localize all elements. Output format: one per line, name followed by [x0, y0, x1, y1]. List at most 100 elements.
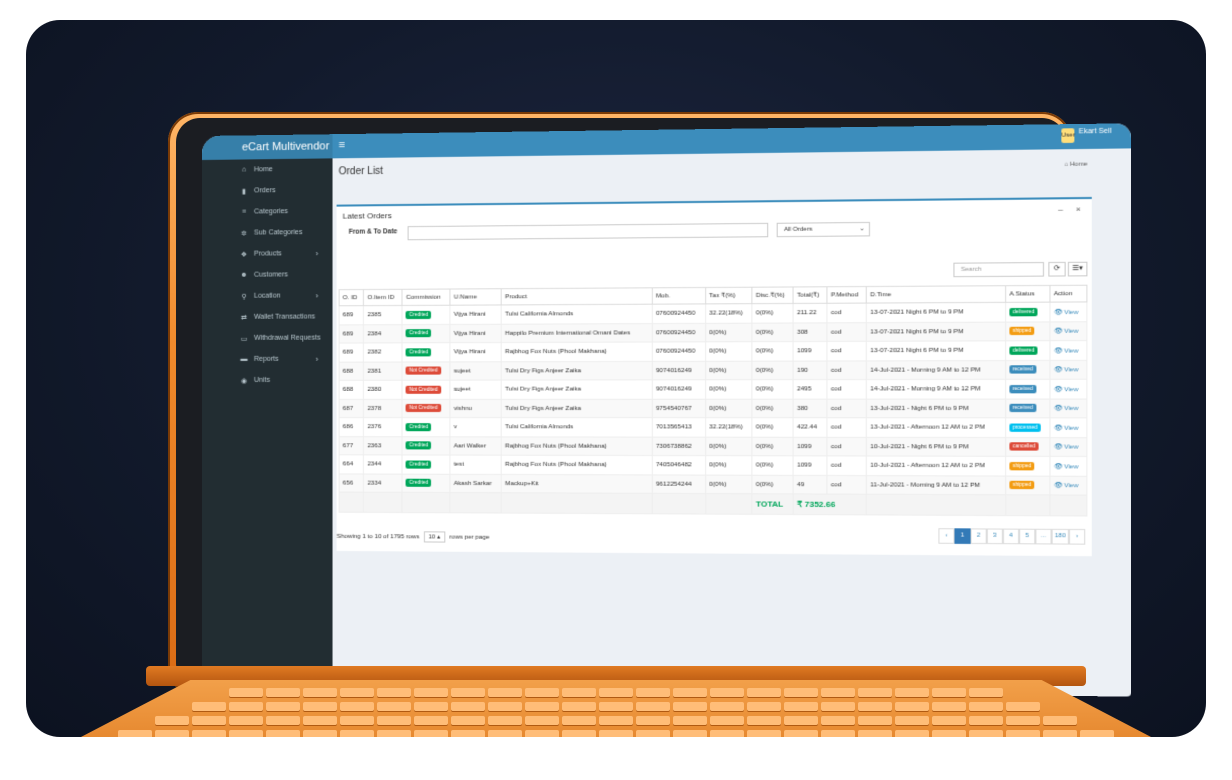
view-button[interactable]: 👁 View: [1054, 405, 1079, 412]
sidebar-item-products[interactable]: ❖ Products ›: [202, 243, 333, 265]
column-header[interactable]: Action: [1049, 285, 1087, 303]
view-button[interactable]: 👁 View: [1054, 386, 1079, 393]
order-id: 688: [339, 361, 364, 381]
commission-badge: Credited: [406, 478, 432, 488]
sidebar-item-categories[interactable]: ≡ Categories: [202, 201, 333, 223]
page-button[interactable]: 1: [954, 528, 971, 544]
column-header[interactable]: Tax ₹(%): [705, 287, 753, 304]
view-button[interactable]: 👁 View: [1054, 347, 1079, 354]
column-header[interactable]: Mob.: [652, 287, 706, 305]
payment-method: cod: [827, 379, 867, 399]
sidebar-item-reports[interactable]: ▬ Reports ›: [202, 349, 333, 370]
product-name: Rajbhog Fox Nuts (Phool Makhana): [501, 436, 653, 456]
discount: 0(0%): [752, 417, 794, 437]
page-button[interactable]: 180: [1051, 528, 1069, 545]
user-name: Ekart Sell: [1078, 127, 1112, 136]
page-button[interactable]: 2: [970, 528, 987, 545]
column-header[interactable]: Disc.₹(%): [752, 286, 794, 304]
user-name: Akash Sarkar: [450, 473, 502, 493]
mobile: 7013565413: [652, 417, 706, 437]
search-input[interactable]: Search: [953, 262, 1045, 278]
commission-badge: Not Credited: [406, 366, 441, 375]
discount: 0(0%): [752, 341, 794, 361]
product-name: Tulsi California Almonds: [501, 304, 653, 324]
menu-toggle-icon[interactable]: ≡: [339, 139, 345, 151]
product-name: Happilo Premium International Omani Date…: [501, 323, 653, 343]
payment-method: cod: [827, 360, 867, 380]
main-content: Order List ⌂ Home Latest Orders – × From…: [333, 148, 1132, 696]
sidebar-item-sub-categories[interactable]: ✲ Sub Categories: [202, 222, 333, 244]
close-icon[interactable]: ×: [1076, 204, 1081, 213]
column-header[interactable]: Commission: [402, 289, 451, 306]
order-id: 656: [339, 473, 364, 493]
column-header[interactable]: A.Status: [1005, 285, 1050, 303]
sidebar-item-withdrawal-requests[interactable]: ▭ Withdrawal Requests: [202, 327, 333, 349]
column-header[interactable]: D.Time: [866, 285, 1006, 304]
refresh-button[interactable]: ⟳: [1048, 261, 1066, 277]
order-status-select[interactable]: All Orders ⌄: [776, 221, 870, 238]
view-button[interactable]: 👁 View: [1054, 424, 1079, 431]
page-button[interactable]: 5: [1019, 528, 1036, 545]
view-button[interactable]: 👁 View: [1054, 463, 1079, 470]
user-name: test: [450, 455, 502, 474]
minimize-icon[interactable]: –: [1058, 205, 1063, 214]
view-button[interactable]: 👁 View: [1054, 366, 1079, 373]
commission-badge: Credited: [406, 422, 432, 431]
table-row: 677 2363 Credited Aari Walker Rajbhog Fox Nu…: [339, 436, 1087, 457]
columns-toggle-button[interactable]: ☰▾: [1067, 261, 1088, 277]
date-range-input[interactable]: [407, 222, 769, 241]
view-button[interactable]: 👁 View: [1054, 328, 1079, 335]
sidebar-item-units[interactable]: ◉ Units: [202, 370, 333, 391]
next-page-button[interactable]: ›: [1068, 528, 1086, 545]
commission-cell: Credited: [402, 342, 451, 362]
sidebar-item-label: Categories: [254, 208, 289, 216]
sidebar-item-orders[interactable]: ▮ Orders: [202, 180, 333, 202]
table-row: 689 2384 Credited Vijya Hirani Happilo Premi…: [339, 321, 1087, 344]
box-tools: – ×: [1058, 204, 1081, 214]
total: 1099: [793, 436, 828, 456]
view-button[interactable]: 👁 View: [1054, 444, 1079, 451]
view-button[interactable]: 👁 View: [1054, 308, 1079, 315]
view-label: View: [1064, 347, 1079, 355]
sidebar-item-home[interactable]: ⌂ Home: [202, 158, 333, 181]
status-cell: delivered: [1005, 340, 1050, 361]
prev-page-button[interactable]: ‹: [938, 528, 955, 544]
column-header[interactable]: U.Name: [450, 288, 502, 306]
column-header[interactable]: P.Method: [827, 286, 867, 304]
commission-badge: Credited: [406, 348, 432, 357]
brand-logo[interactable]: eCart Multivendor: [202, 134, 333, 160]
rows-per-page-value: 10: [428, 534, 436, 541]
status-badge: shipped: [1009, 326, 1035, 336]
column-header[interactable]: Total(₹): [793, 286, 828, 304]
column-header[interactable]: Product: [501, 287, 653, 305]
mobile: 9074016249: [652, 379, 706, 399]
sidebar: ⌂ Home ▮ Orders ≡ Categories ✲ Sub Categories ❖ P…: [202, 158, 333, 686]
page-button[interactable]: 3: [986, 528, 1003, 545]
column-header[interactable]: O. ID: [339, 289, 364, 306]
page-button[interactable]: 4: [1002, 528, 1020, 545]
breadcrumb[interactable]: ⌂ Home: [1064, 161, 1087, 168]
column-header[interactable]: O.Item ID: [363, 289, 403, 306]
action-cell: 👁 View: [1049, 321, 1087, 341]
delivery-time: 13-Jul-2021 - Night 6 PM to 9 PM: [866, 398, 1006, 418]
eye-icon: 👁: [1053, 482, 1063, 490]
rows-per-page-select[interactable]: 10 ▴: [423, 531, 446, 543]
user-menu[interactable]: User Ekart Sell: [1061, 127, 1112, 144]
order-item-id: 2385: [363, 305, 403, 325]
sidebar-item-customers[interactable]: ☻ Customers: [202, 264, 333, 286]
payment-method: cod: [827, 417, 867, 437]
sidebar-item-location[interactable]: ⚲ Location ›: [202, 285, 333, 307]
commission-cell: Not Credited: [402, 380, 451, 399]
delivery-time: 14-Jul-2021 - Morning 9 AM to 12 PM: [866, 379, 1006, 399]
view-button[interactable]: 👁 View: [1054, 482, 1079, 489]
laptop-keyboard: [56, 680, 1176, 737]
total: 211.22: [793, 303, 828, 323]
eye-icon: 👁: [1053, 308, 1063, 316]
eye-icon: 👁: [1053, 327, 1063, 336]
sidebar-item-label: Orders: [254, 187, 276, 195]
commission-cell: Not Credited: [402, 361, 451, 381]
user-name: sujeet: [450, 361, 502, 381]
sidebar-item-wallet-transactions[interactable]: ⇄ Wallet Transactions: [202, 306, 333, 328]
breadcrumb-home[interactable]: Home: [1070, 161, 1087, 167]
table-row: 688 2380 Not Credited sujeet Tulsi Dry Figs …: [339, 379, 1087, 399]
